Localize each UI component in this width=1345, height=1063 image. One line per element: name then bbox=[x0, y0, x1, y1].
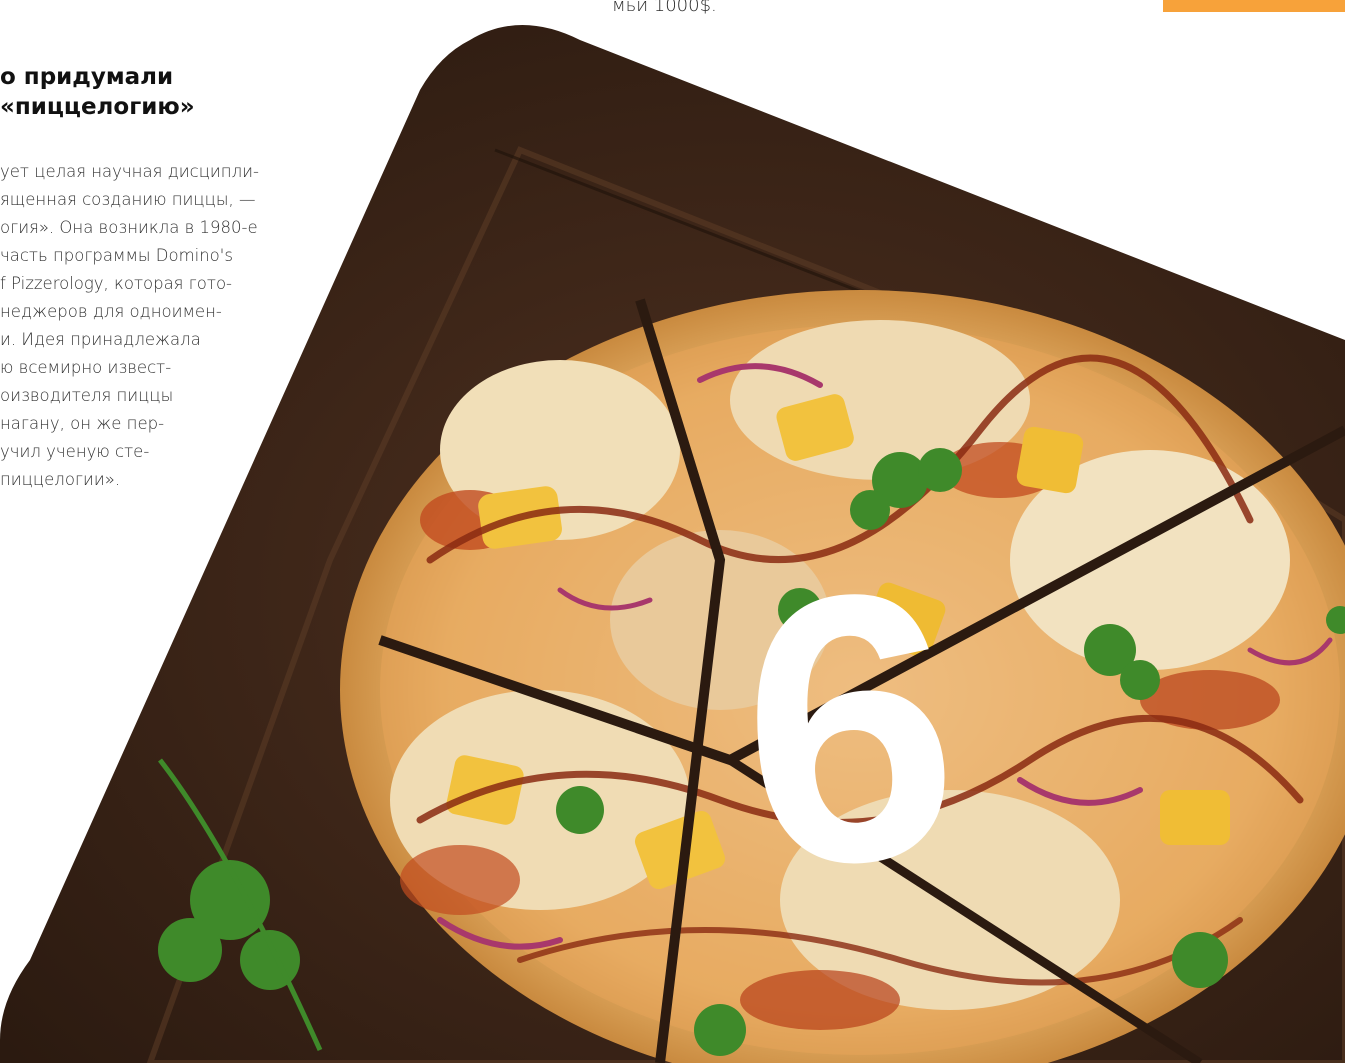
pizza-illustration: 6 bbox=[0, 25, 1345, 1063]
page: мьи 1000$. о придумали «пиццелогию» ует … bbox=[0, 0, 1345, 1063]
big-number: 6 bbox=[729, 509, 969, 948]
